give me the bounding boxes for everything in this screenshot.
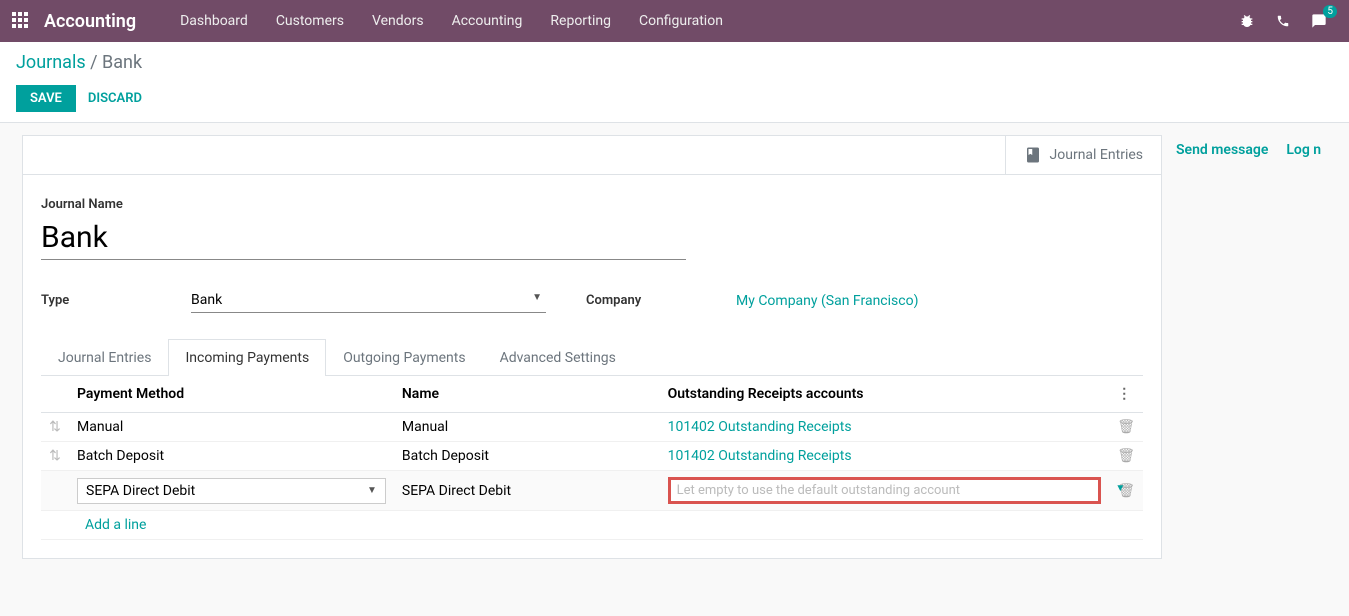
table-row-editing: SEPA Direct Debit ▼ SEPA Direct Debit ▼	[41, 471, 1143, 511]
outstanding-account-input[interactable]	[677, 483, 1093, 498]
trash-icon[interactable]: 🗑	[1109, 471, 1143, 511]
tab-advanced-settings[interactable]: Advanced Settings	[483, 339, 633, 376]
trash-icon[interactable]: 🗑	[1109, 413, 1143, 442]
bug-icon[interactable]	[1233, 7, 1261, 35]
nav-reporting[interactable]: Reporting	[536, 13, 625, 29]
discard-button[interactable]: DISCARD	[88, 91, 142, 106]
col-account: Outstanding Receipts accounts	[660, 376, 1110, 413]
payment-method-select[interactable]: SEPA Direct Debit ▼	[77, 478, 386, 504]
save-button[interactable]: SAVE	[16, 85, 76, 112]
trash-icon[interactable]: 🗑	[1109, 442, 1143, 471]
chevron-down-icon: ▼	[532, 292, 542, 303]
drag-handle-icon[interactable]: ⇅	[41, 413, 69, 442]
chat-icon[interactable]: 5	[1305, 7, 1333, 35]
type-label: Type	[41, 293, 171, 308]
outstanding-account-input-highlighted[interactable]	[668, 477, 1102, 504]
nav-vendors[interactable]: Vendors	[358, 13, 438, 29]
col-name: Name	[394, 376, 660, 413]
form-sheet: Journal Entries Journal Name Type Bank ▼…	[22, 135, 1162, 559]
company-label: Company	[586, 293, 716, 308]
send-message-link[interactable]: Send message	[1176, 142, 1268, 158]
breadcrumb-parent[interactable]: Journals	[16, 52, 86, 73]
breadcrumb: Journals / Bank	[16, 52, 1333, 73]
phone-icon[interactable]	[1269, 7, 1297, 35]
payment-methods-table: Payment Method Name Outstanding Receipts…	[41, 376, 1143, 540]
drag-handle-icon[interactable]: ⇅	[41, 442, 69, 471]
journal-name-input[interactable]	[41, 216, 686, 260]
tabs: Journal Entries Incoming Payments Outgoi…	[41, 339, 1143, 376]
add-line-link[interactable]: Add a line	[77, 509, 154, 541]
nav-customers[interactable]: Customers	[262, 13, 358, 29]
chat-badge: 5	[1323, 5, 1337, 18]
table-row: ⇅ Batch Deposit Batch Deposit 101402 Out…	[41, 442, 1143, 471]
type-select[interactable]: Bank ▼	[191, 288, 546, 313]
tab-incoming-payments[interactable]: Incoming Payments	[168, 339, 326, 376]
journal-name-label: Journal Name	[41, 197, 1143, 212]
type-value: Bank	[191, 288, 546, 312]
book-icon	[1024, 146, 1042, 164]
tab-journal-entries[interactable]: Journal Entries	[41, 339, 168, 376]
kebab-icon[interactable]: ⋮	[1109, 376, 1143, 413]
col-payment-method: Payment Method	[69, 376, 394, 413]
table-row: ⇅ Manual Manual 101402 Outstanding Recei…	[41, 413, 1143, 442]
stat-button-label: Journal Entries	[1050, 147, 1143, 163]
log-note-link[interactable]: Log n	[1286, 142, 1321, 158]
apps-icon[interactable]	[12, 12, 30, 30]
breadcrumb-sep: /	[90, 52, 102, 73]
breadcrumb-current: Bank	[102, 52, 142, 73]
company-link[interactable]: My Company (San Francisco)	[736, 293, 918, 309]
nav-configuration[interactable]: Configuration	[625, 13, 737, 29]
chevron-down-icon[interactable]: ▼	[1115, 483, 1125, 494]
control-panel: Journals / Bank SAVE DISCARD	[0, 42, 1349, 123]
nav-dashboard[interactable]: Dashboard	[166, 13, 262, 29]
chatter-sidebar: Send message Log n	[1162, 135, 1342, 559]
journal-entries-button[interactable]: Journal Entries	[1005, 136, 1161, 174]
navbar: Accounting Dashboard Customers Vendors A…	[0, 0, 1349, 42]
chevron-down-icon: ▼	[367, 485, 377, 496]
nav-accounting[interactable]: Accounting	[438, 13, 537, 29]
tab-outgoing-payments[interactable]: Outgoing Payments	[326, 339, 482, 376]
app-brand[interactable]: Accounting	[44, 11, 136, 32]
